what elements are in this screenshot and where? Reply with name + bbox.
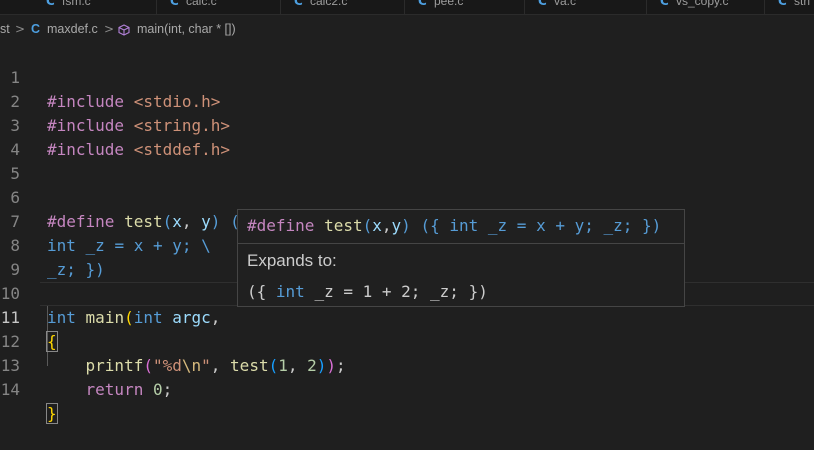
hover-expansion: ({ int _z = 1 + 2; _z; }) <box>247 282 488 301</box>
hover-token: _z = x + y; _z; }) <box>478 216 662 235</box>
code-line: 12 printf("%d\n", test(1, 2)); <box>0 332 346 375</box>
code-line: 3 #include <stddef.h> <box>0 90 814 159</box>
c-file-icon: C <box>418 0 427 8</box>
code-line: 4 <box>0 114 814 159</box>
hover-token: x <box>372 216 382 235</box>
breadcrumb-file[interactable]: maxdef.c <box>47 22 98 36</box>
c-file-icon: C <box>660 0 669 8</box>
tab-pee[interactable]: C pee.c <box>404 0 525 14</box>
line-number: 14 <box>0 380 20 399</box>
tab-calc[interactable]: C calc.c <box>156 0 281 14</box>
divider <box>238 243 684 244</box>
hover-token: _z = 1 + 2; _z; }) <box>304 282 488 301</box>
tab-fsm[interactable]: C fsm.c <box>32 0 157 14</box>
breadcrumb: st > C maxdef.c > main(int, char * []) <box>0 20 814 42</box>
c-file-icon: C <box>778 0 787 8</box>
tab-stri[interactable]: C stri <box>764 0 814 14</box>
breadcrumb-symbol[interactable]: main(int, char * []) <box>137 22 236 36</box>
c-file-icon: C <box>31 22 41 36</box>
hover-token: ({ <box>247 282 276 301</box>
tab-label: va.c <box>554 0 577 8</box>
hover-signature: #define test(x,y) ({ int _z = x + y; _z;… <box>247 216 662 235</box>
hover-token: #define <box>247 216 315 235</box>
hover-token: test <box>324 216 363 235</box>
tab-label: pee.c <box>434 0 464 8</box>
tab-label: fsm.c <box>62 0 91 8</box>
c-file-icon: C <box>170 0 179 8</box>
hover-label: Expands to: <box>247 251 337 270</box>
tab-va[interactable]: C va.c <box>524 0 647 14</box>
hover-token: int <box>449 216 479 235</box>
code-line: 7 int _z = x + y; \ <box>0 186 814 255</box>
tab-vs-copy[interactable]: C vs_copy.c <box>646 0 765 14</box>
macro-hover-popup[interactable]: #define test(x,y) ({ int _z = x + y; _z;… <box>237 209 685 307</box>
code-line: 5 <box>0 138 814 183</box>
tab-label: stri <box>794 0 810 8</box>
token: } <box>46 403 58 424</box>
chevron-right-icon: > <box>15 22 26 36</box>
code-line: 6 #define test(x, y) ({ \ <box>0 162 814 231</box>
code-line: 13 return 0; <box>0 356 173 399</box>
tab-calc2[interactable]: C calc2.c <box>280 0 405 14</box>
c-file-icon: C <box>294 0 303 8</box>
c-file-icon: C <box>46 0 55 8</box>
token: 0 <box>152 380 163 399</box>
tab-label: calc2.c <box>310 0 348 8</box>
c-file-icon: C <box>538 0 547 8</box>
code-line: 14 } <box>0 354 814 424</box>
token: return <box>85 380 144 399</box>
cube-icon <box>118 24 130 36</box>
breadcrumb-folder[interactable]: st <box>0 22 10 36</box>
editor-tab-bar: C fsm.c C calc.c C calc2.c C pee.c C va.… <box>0 0 814 15</box>
hover-token: y <box>391 216 402 235</box>
tab-label: calc.c <box>186 0 217 8</box>
code-line: 2 #include <string.h> <box>0 66 814 135</box>
chevron-right-icon: > <box>104 22 115 36</box>
code-line: 1 #include <stdio.h> <box>0 42 814 111</box>
hover-token: int <box>275 282 305 301</box>
tab-label: vs_copy.c <box>676 0 729 8</box>
hover-token: ({ <box>420 216 450 235</box>
